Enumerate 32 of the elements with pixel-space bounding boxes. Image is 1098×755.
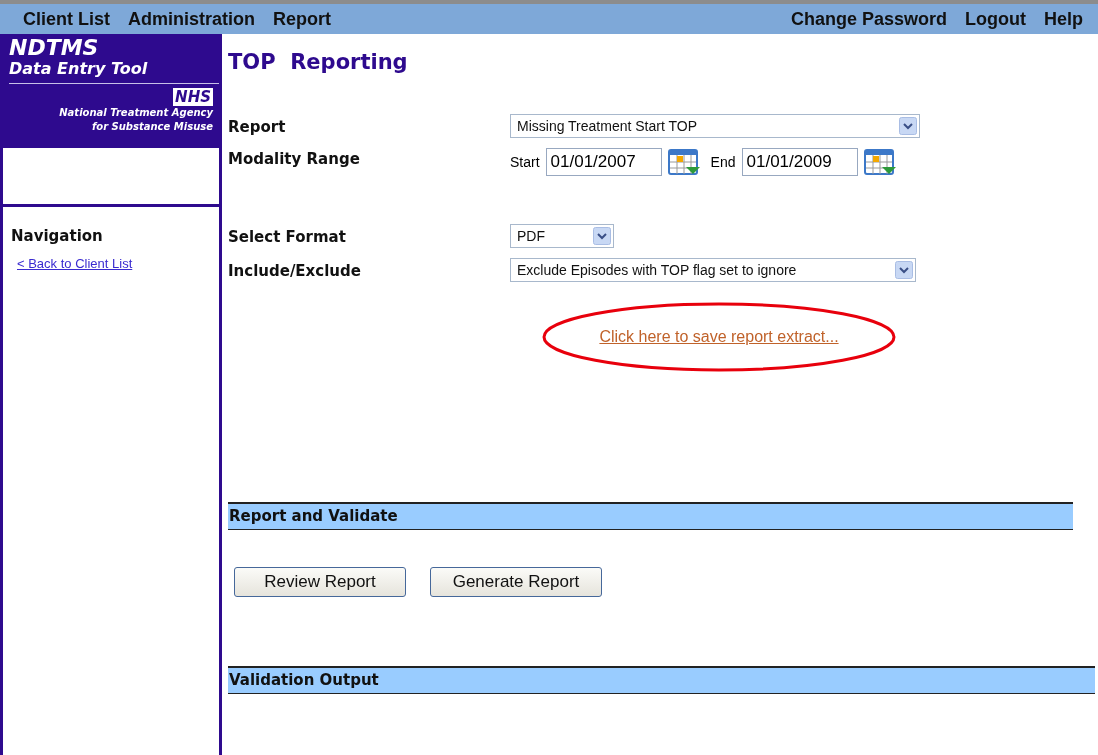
date-field[interactable]: 01/01/2009 xyxy=(741,148,858,176)
dropdown[interactable]: Missing Treatment Start TOP xyxy=(510,114,920,138)
menu-item[interactable]: Help xyxy=(1035,8,1092,30)
action-button[interactable]: Generate Report xyxy=(430,567,602,597)
menu-item[interactable]: Logout xyxy=(956,8,1035,30)
field-label: Modality Range xyxy=(228,149,361,168)
save-extract-link[interactable]: Click here to save report extract... xyxy=(599,328,839,346)
logo-title: NDTMS xyxy=(9,37,100,59)
menu-item[interactable]: Client List xyxy=(14,8,119,30)
menu-item[interactable]: Change Password xyxy=(781,8,956,30)
calendar-icon[interactable] xyxy=(863,148,897,176)
field-label: Include/Exclude xyxy=(228,261,362,280)
dropdown[interactable]: Exclude Episodes with TOP flag set to ignore xyxy=(510,258,916,282)
section-header: Report and Validate xyxy=(228,502,1073,530)
agency-text: for Substance Misuse xyxy=(90,120,213,134)
navigation-heading: Navigation xyxy=(11,227,104,245)
back-link[interactable]: < Back to Client List xyxy=(17,256,133,271)
date-field[interactable]: 01/01/2007 xyxy=(545,148,662,176)
field-label: Select Format xyxy=(228,227,347,246)
menu-item[interactable]: Report xyxy=(264,8,341,30)
field-label: Report xyxy=(228,117,287,136)
dropdown[interactable]: PDF xyxy=(510,224,614,248)
calendar-icon[interactable] xyxy=(667,148,701,176)
agency-text: National Treatment Agency xyxy=(58,106,213,120)
nhs-badge: NHS xyxy=(173,88,213,106)
section-header: Validation Output xyxy=(228,666,1095,694)
end-label: End xyxy=(710,154,736,170)
action-button[interactable]: Review Report xyxy=(234,567,406,597)
menu-item[interactable]: Administration xyxy=(119,8,265,30)
start-label: Start xyxy=(510,154,540,170)
logo-subtitle: Data Entry Tool xyxy=(9,59,149,79)
page-title: TOP Reporting xyxy=(228,50,409,76)
